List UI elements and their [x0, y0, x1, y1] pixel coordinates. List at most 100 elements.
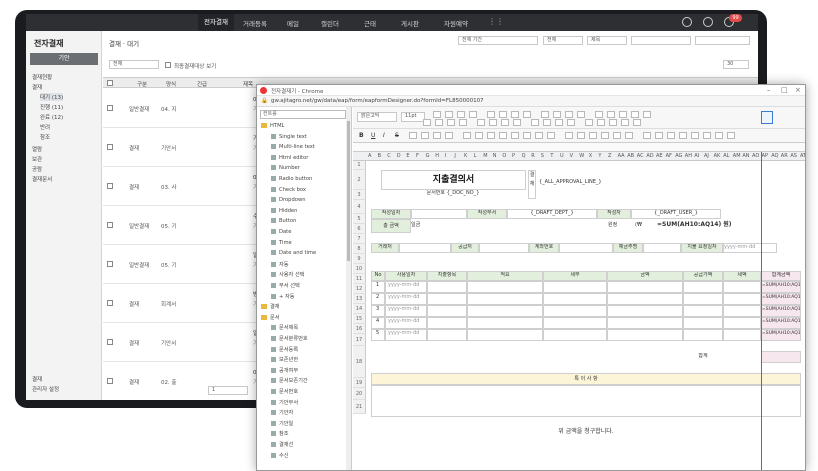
toolbar-button-icon[interactable] [423, 119, 431, 126]
final-approver-checkbox[interactable] [165, 62, 171, 68]
total-sum-cell[interactable] [761, 351, 801, 363]
row-number[interactable]: 12 [353, 284, 366, 294]
doc-number-cell[interactable]: 문서번호 {_DOC_NO_} [393, 190, 513, 199]
toolbar-button-icon[interactable] [609, 119, 617, 126]
sidebar-item-reference[interactable]: 참조 [40, 133, 50, 141]
tree-item[interactable]: Check box [271, 186, 306, 193]
format-button-icon[interactable] [433, 132, 441, 139]
italic-icon[interactable]: I [383, 132, 385, 139]
sidebar-item-read[interactable]: 열람 [32, 145, 42, 153]
nav-approval[interactable]: 전자결재 [198, 14, 234, 31]
notes-textarea[interactable] [371, 385, 801, 417]
due-date-field[interactable]: yyyy-mm-dd [723, 243, 777, 253]
column-letter[interactable]: A [368, 153, 371, 159]
toolbar-button-icon[interactable] [459, 119, 467, 126]
nav-resources[interactable]: 자원예약 [444, 18, 468, 28]
format-button-icon[interactable] [487, 132, 495, 139]
tree-item[interactable]: + 자동 [271, 293, 295, 300]
toolbar-button-icon[interactable] [555, 119, 563, 126]
tree-item[interactable]: 사용자 선택 [271, 271, 305, 278]
tree-item[interactable]: Number [271, 165, 300, 171]
profile-icon[interactable] [682, 17, 692, 27]
toolbar-button-icon[interactable] [513, 119, 521, 126]
tree-folder[interactable]: 문서 [261, 314, 280, 321]
item-cell[interactable]: yyyy-mm-dd [385, 305, 427, 317]
tree-item[interactable]: 문서보존기간 [271, 377, 308, 384]
supplier-field[interactable] [479, 243, 529, 253]
tree-item[interactable]: Dropdown [271, 197, 305, 203]
format-button-icon[interactable] [409, 132, 417, 139]
column-letter[interactable]: AP [762, 153, 768, 159]
item-cell[interactable]: yyyy-mm-dd [385, 329, 427, 341]
column-letter[interactable]: E [406, 153, 409, 159]
settings-icon[interactable] [703, 17, 713, 27]
sidebar-item-approval[interactable]: 결재 [32, 83, 42, 91]
tree-item[interactable]: Button [271, 218, 296, 224]
minimize-icon[interactable]: – [767, 86, 771, 94]
column-letter[interactable]: AH [685, 153, 692, 159]
column-header-urgent[interactable]: 긴급 [197, 80, 207, 88]
format-button-icon[interactable] [691, 132, 699, 139]
column-letter[interactable]: N [493, 153, 497, 159]
column-letter[interactable]: G [426, 153, 430, 159]
tree-item[interactable]: 문서분류번호 [271, 335, 308, 342]
column-letter[interactable]: Y [598, 153, 601, 159]
search-input[interactable] [631, 36, 691, 45]
item-cell[interactable] [543, 305, 607, 317]
row-checkbox[interactable] [107, 222, 113, 228]
row-checkbox[interactable] [107, 144, 113, 150]
column-header-type[interactable]: 구분 [137, 80, 147, 88]
toolbar-button-icon[interactable] [541, 111, 549, 118]
toolbar-button-icon[interactable] [489, 119, 497, 126]
page-size-select[interactable]: 30 [723, 60, 749, 69]
item-cell[interactable] [683, 329, 723, 341]
item-cell[interactable]: =SUM(AH10:AQ10) [761, 281, 801, 293]
column-letter[interactable]: AD [646, 153, 653, 159]
toolbar-button-icon[interactable] [487, 111, 495, 118]
tree-item[interactable]: 부서 선택 [271, 282, 300, 289]
toolbar-button-icon[interactable] [477, 119, 485, 126]
row-number[interactable]: 7 [353, 234, 366, 244]
item-cell[interactable] [427, 281, 467, 293]
item-cell[interactable] [607, 317, 683, 329]
toolbar-button-icon[interactable] [607, 111, 615, 118]
row-checkbox[interactable] [107, 105, 113, 111]
item-cell[interactable] [683, 305, 723, 317]
tree-item[interactable]: 공개여부 [271, 367, 298, 374]
column-letter[interactable]: Q [522, 153, 526, 159]
format-button-icon[interactable] [655, 132, 663, 139]
nav-calendar[interactable]: 캘린더 [321, 18, 339, 28]
column-header-form[interactable]: 양식 [166, 80, 176, 88]
item-cell[interactable] [543, 281, 607, 293]
format-button-icon[interactable] [613, 132, 621, 139]
format-button-icon[interactable] [547, 132, 555, 139]
column-letter[interactable]: U [560, 153, 564, 159]
item-cell[interactable] [723, 317, 761, 329]
column-letter[interactable]: W [579, 153, 584, 159]
column-letter[interactable]: AO [752, 153, 759, 159]
tree-item[interactable]: Single text [271, 133, 307, 140]
account-field[interactable] [559, 243, 613, 253]
column-letter[interactable]: D [397, 153, 401, 159]
row-number[interactable]: 15 [353, 314, 366, 324]
row-number[interactable]: 9 [353, 254, 366, 264]
sidebar-bottom-approval[interactable]: 결재 [32, 375, 42, 383]
row-checkbox[interactable] [107, 378, 113, 384]
sidebar-bottom-admin[interactable]: 관리자 설정 [32, 385, 59, 393]
row-number[interactable]: 18 [353, 346, 366, 378]
item-cell[interactable] [607, 293, 683, 305]
column-letter[interactable]: Z [608, 153, 611, 159]
toolbar-button-icon[interactable] [621, 119, 629, 126]
format-button-icon[interactable] [523, 132, 531, 139]
toolbar-button-icon[interactable] [469, 111, 477, 118]
column-letter[interactable]: M [483, 153, 487, 159]
item-cell[interactable] [543, 329, 607, 341]
format-button-icon[interactable] [577, 132, 585, 139]
tree-item[interactable]: 문서등록 [271, 346, 298, 353]
format-button-icon[interactable] [535, 132, 543, 139]
nav-attendance[interactable]: 근태 [364, 18, 376, 28]
tree-item[interactable]: Date [271, 229, 291, 235]
row-number[interactable]: 1 [353, 161, 366, 170]
tree-item[interactable]: 보존년한 [271, 356, 298, 363]
tree-folder[interactable]: 결재 [261, 303, 280, 310]
